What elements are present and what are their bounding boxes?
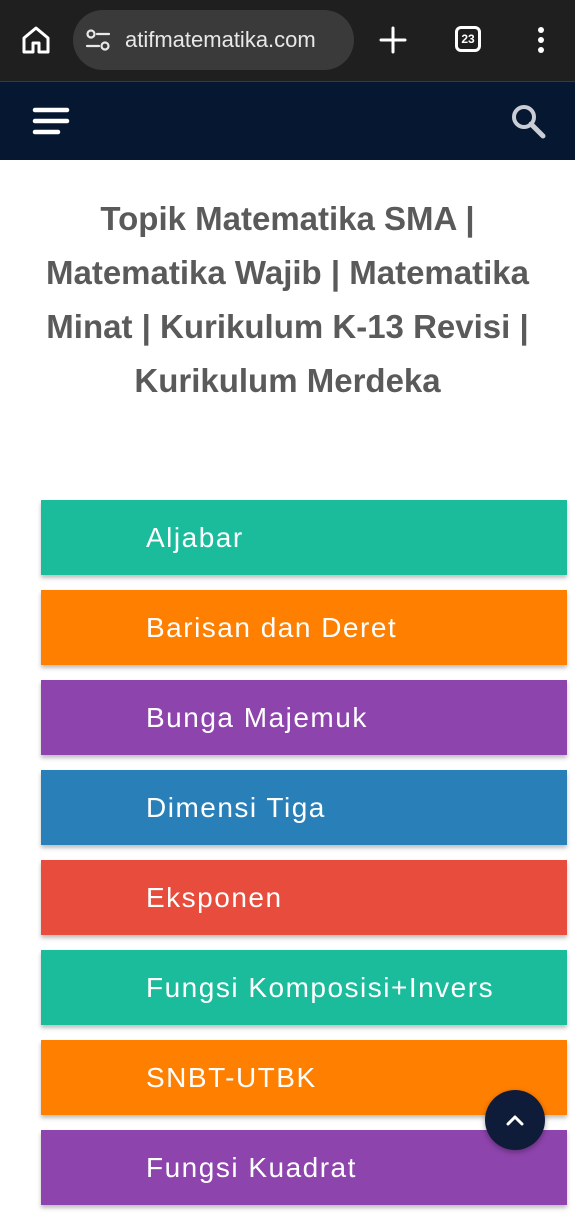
hamburger-menu-icon[interactable] <box>32 106 70 136</box>
topic-button[interactable]: Fungsi Kuadrat <box>41 1130 567 1205</box>
back-to-top-button[interactable] <box>485 1090 545 1150</box>
topic-button[interactable]: Bunga Majemuk <box>41 680 567 755</box>
topic-button[interactable]: Dimensi Tiga <box>41 770 567 845</box>
topic-button[interactable]: Barisan dan Deret <box>41 590 567 665</box>
address-bar[interactable]: atifmatematika.com <box>73 10 354 70</box>
site-header <box>0 82 575 160</box>
topic-button[interactable]: Aljabar <box>41 500 567 575</box>
plus-icon[interactable] <box>377 24 409 56</box>
tab-switcher-icon[interactable]: 23 <box>455 26 481 52</box>
chevron-up-icon <box>506 1115 524 1126</box>
page-title: Topik Matematika SMA | Matematika Wajib … <box>46 200 529 399</box>
more-vert-icon[interactable] <box>528 24 554 56</box>
tune-icon[interactable] <box>85 28 111 52</box>
search-icon[interactable] <box>509 102 547 140</box>
home-icon[interactable] <box>20 24 52 56</box>
topic-button[interactable]: SNBT-UTBK <box>41 1040 567 1115</box>
topic-button[interactable]: Fungsi Komposisi+Invers <box>41 950 567 1025</box>
topic-button[interactable]: Eksponen <box>41 860 567 935</box>
url-text[interactable]: atifmatematika.com <box>125 27 316 53</box>
browser-toolbar: atifmatematika.com 23 <box>0 0 575 82</box>
tab-count: 23 <box>461 32 475 46</box>
